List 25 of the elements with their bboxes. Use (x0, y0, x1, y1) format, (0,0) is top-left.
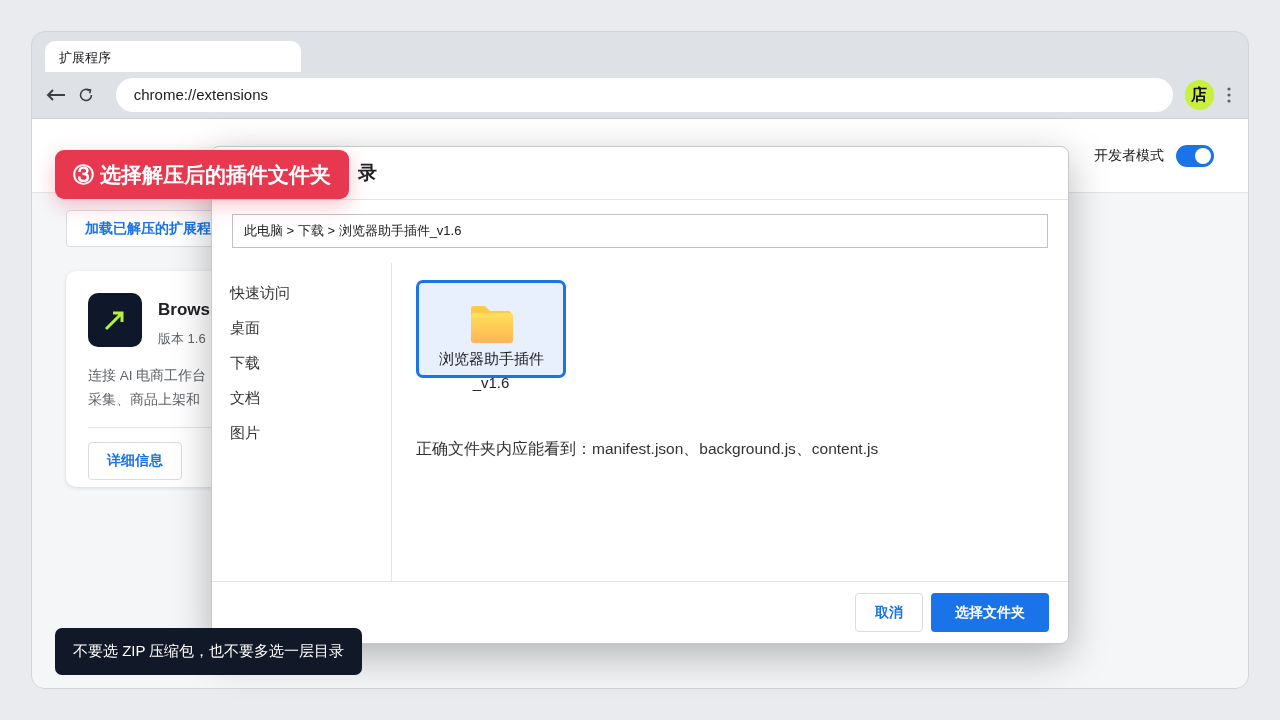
sidebar-item[interactable]: 快速访问 (230, 282, 290, 303)
hint-text: 正确文件夹内应能看到：manifest.json、background.js、content.js (416, 439, 880, 459)
select-folder-button[interactable]: 选择文件夹 (931, 593, 1049, 632)
sidebar-item[interactable]: 图片 (230, 422, 260, 443)
sidebar-item[interactable]: 文档 (230, 387, 260, 408)
sidebar-item[interactable]: 下载 (230, 352, 260, 373)
tooltip: 不要选 ZIP 压缩包，也不要多选一层目录 (55, 628, 363, 675)
description-line: 采集、商品上架和 (88, 391, 200, 410)
folder-name: 浏览器助手插件_v1.6 (437, 349, 545, 393)
browser-tab[interactable]: 扩展程序 (45, 41, 301, 72)
address-bar[interactable]: chrome://extensions (115, 78, 1173, 112)
extension-version: 版本 1.6 (158, 329, 207, 348)
toggle-label: 开发者模式 (1094, 146, 1164, 165)
dialog-title: 录 (358, 160, 377, 185)
extension-logo-icon (88, 293, 142, 347)
path-field[interactable]: 此电脑 > 下载 > 浏览器助手插件_v1.6 (232, 214, 1048, 248)
selection-highlight[interactable] (416, 280, 566, 378)
description-line: 连接 AI 电商工作台 (88, 367, 207, 385)
cancel-button[interactable]: 取消 (855, 593, 923, 632)
extension-name: Brows (158, 299, 210, 321)
step-callout: ③ 选择解压后的插件文件夹 (55, 150, 349, 199)
details-button[interactable]: 详细信息 (88, 441, 182, 480)
developer-mode-toggle[interactable] (1176, 144, 1214, 167)
profile-avatar[interactable]: 店 (1184, 80, 1215, 110)
sidebar-item[interactable]: 桌面 (230, 317, 260, 338)
